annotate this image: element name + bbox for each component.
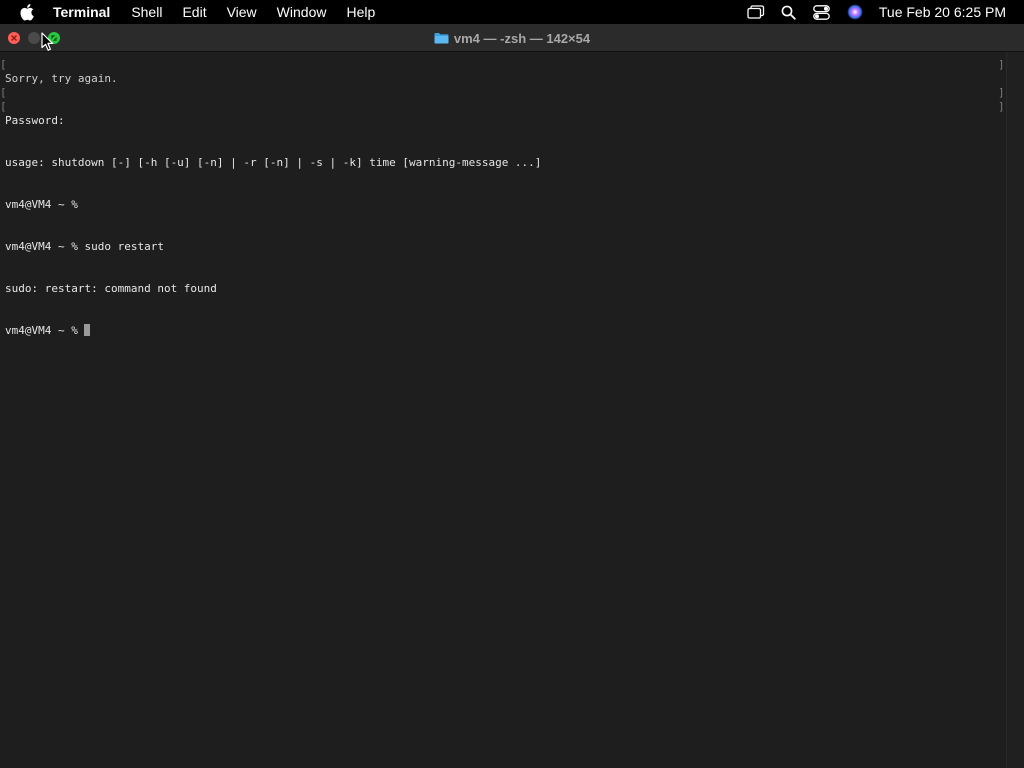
- siri-icon[interactable]: [845, 3, 865, 21]
- terminal-lines: Sorry, try again. Password: usage: shutd…: [5, 52, 541, 366]
- menu-extras: Tue Feb 20 6:25 PM: [733, 0, 1006, 24]
- window-title: vm4 — -zsh — 142×54: [0, 24, 1024, 52]
- search-icon[interactable]: [779, 3, 799, 21]
- window-title-text: vm4 — -zsh — 142×54: [453, 30, 591, 46]
- menu-help[interactable]: Help: [336, 0, 385, 24]
- menu-app-name[interactable]: Terminal: [53, 0, 121, 24]
- folder-icon: [434, 33, 449, 44]
- menu-shell[interactable]: Shell: [121, 0, 172, 24]
- menu-edit[interactable]: Edit: [172, 0, 216, 24]
- screen-mirroring-icon[interactable]: [746, 3, 766, 21]
- terminal-line: sudo: restart: command not found: [5, 282, 217, 295]
- menu-bar: Terminal Shell Edit View Window Help Tue…: [0, 0, 1024, 24]
- command-mark: ]: [998, 86, 1005, 99]
- terminal-line: vm4@VM4 ~ % sudo restart: [5, 240, 164, 253]
- control-center-icon[interactable]: [812, 3, 832, 21]
- command-mark: ]: [998, 100, 1005, 113]
- terminal-prompt-line: vm4@VM4 ~ %: [5, 324, 541, 338]
- text-cursor: [84, 324, 91, 336]
- apple-menu-icon[interactable]: [19, 3, 35, 21]
- vertical-scrollbar[interactable]: [1006, 52, 1024, 768]
- terminal-line: vm4@VM4 ~ %: [5, 198, 78, 211]
- menu-window[interactable]: Window: [267, 0, 337, 24]
- command-mark: ]: [998, 58, 1005, 71]
- terminal-line: Sorry, try again.: [5, 72, 118, 85]
- terminal-output[interactable]: Sorry, try again. Password: usage: shutd…: [0, 52, 1006, 768]
- terminal-line: usage: shutdown [-] [-h [-u] [-n] | -r […: [5, 156, 542, 169]
- terminal-prompt: vm4@VM4 ~ %: [5, 324, 85, 337]
- menu-clock[interactable]: Tue Feb 20 6:25 PM: [879, 4, 1006, 20]
- menu-view[interactable]: View: [217, 0, 267, 24]
- window-titlebar[interactable]: vm4 — -zsh — 142×54: [0, 24, 1024, 52]
- mouse-pointer-icon: [41, 32, 54, 51]
- command-mark: [: [0, 86, 7, 99]
- terminal-line: Password:: [5, 114, 65, 127]
- command-mark: [: [0, 58, 7, 71]
- command-mark: [: [0, 100, 7, 113]
